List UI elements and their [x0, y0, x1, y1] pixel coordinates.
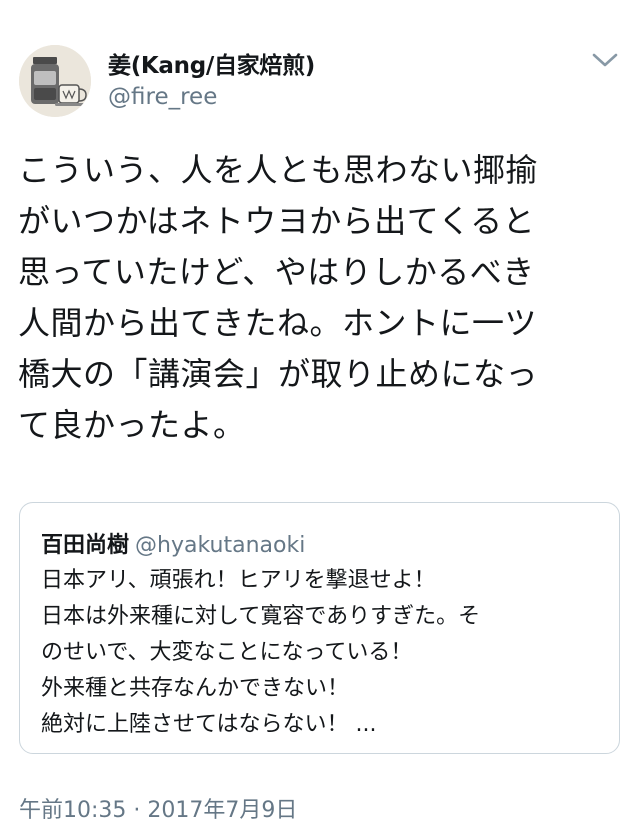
tweet-menu-button[interactable]: [590, 48, 620, 72]
quoted-text-line: 外来種と共存なんかできない！: [41, 676, 350, 701]
author-avatar[interactable]: [19, 45, 91, 117]
tweet-text-line: がいつかはネトウヨから出てくると: [18, 202, 536, 240]
quoted-tweet-header: 百田尚樹 @hyakutanaoki: [41, 527, 305, 559]
tweet-text-line: こういう、人を人とも思わない揶揄: [18, 151, 539, 189]
quoted-tweet-card[interactable]: 百田尚樹 @hyakutanaoki 日本アリ、頑張れ！ヒアリを撃退せよ！ 日本は…: [19, 502, 620, 754]
author-handle[interactable]: @fire_ree: [108, 84, 217, 110]
quoted-tweet-text: 日本アリ、頑張れ！ヒアリを撃退せよ！ 日本は外来種に対して寛容でありすぎた。そ …: [41, 563, 611, 743]
tweet: 姜(Kang/自家焙煎) @fire_ree こういう、人を人とも思わない揶揄 …: [0, 0, 633, 824]
tweet-text-line: て良かったよ。: [18, 406, 246, 444]
quoted-text-line: 日本アリ、頑張れ！ヒアリを撃退せよ！: [41, 568, 436, 593]
coffee-jar-avatar-icon: [19, 45, 91, 117]
tweet-text-line: 思っていたけど、やはりしかるべき: [18, 253, 535, 291]
quoted-text-line: 日本は外来種に対して寛容でありすぎた。そ: [41, 604, 481, 629]
chevron-down-icon: [592, 53, 618, 67]
tweet-text: こういう、人を人とも思わない揶揄 がいつかはネトウヨから出てくると 思っていたけ…: [18, 145, 618, 451]
quoted-text-line: のせいで、大変なことになっている！: [41, 640, 413, 665]
quoted-author-name: 百田尚樹: [41, 533, 130, 558]
author-name[interactable]: 姜(Kang/自家焙煎): [108, 46, 315, 80]
tweet-timestamp[interactable]: 午前10:35 · 2017年7月9日: [19, 792, 297, 824]
tweet-text-line: 橋大の「講演会」が取り止めになっ: [18, 355, 539, 393]
quoted-text-line: 絶対に上陸させてはならない！ ...: [41, 712, 377, 737]
tweet-text-line: 人間から出てきたね。ホントに一ツ: [18, 304, 538, 342]
quoted-author-handle: @hyakutanaoki: [135, 533, 306, 558]
